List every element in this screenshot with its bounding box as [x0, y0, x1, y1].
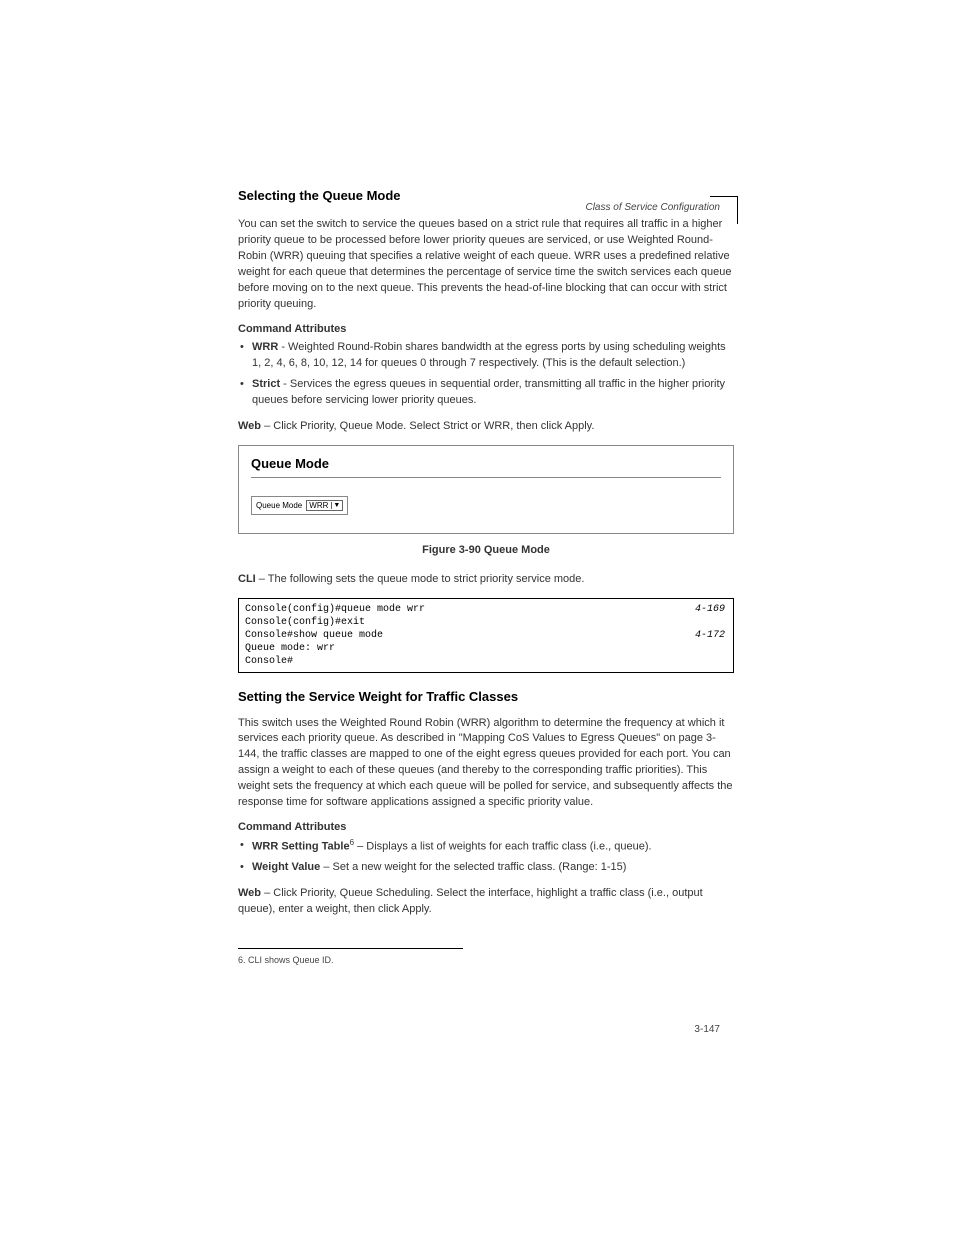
- figure-caption: Figure 3-90 Queue Mode: [238, 544, 734, 556]
- bullet-label: WRR Setting Table: [252, 841, 350, 853]
- attr-list-2: WRR Setting Table6 – Displays a list of …: [238, 837, 734, 876]
- section-heading-service-weight: Setting the Service Weight for Traffic C…: [238, 689, 734, 704]
- cli-page-ref: 4-172: [695, 629, 725, 642]
- cli-line: Console#: [245, 655, 727, 668]
- web-text-2: – Click Priority, Queue Scheduling. Sele…: [238, 887, 703, 915]
- cli-line: Console(config)#exit: [245, 616, 727, 629]
- cli-line: Queue mode: wrr: [245, 642, 727, 655]
- web-instruction-2: Web – Click Priority, Queue Scheduling. …: [238, 886, 734, 918]
- footnote-text: 6. CLI shows Queue ID.: [238, 955, 734, 967]
- bullet-label: Weight Value: [252, 861, 320, 873]
- list-item: WRR - Weighted Round-Robin shares bandwi…: [238, 339, 734, 372]
- cli-line: Console(config)#queue mode wrr: [245, 603, 727, 616]
- cli-line: Console#show queue mode: [245, 629, 727, 642]
- command-attributes-block: Command Attributes WRR - Weighted Round-…: [238, 323, 734, 409]
- service-weight-paragraph: This switch uses the Weighted Round Robi…: [238, 716, 734, 812]
- bullet-label: Strict: [252, 378, 280, 390]
- queue-mode-select[interactable]: WRR ▼: [306, 500, 343, 511]
- page-number: 3-147: [694, 1024, 720, 1035]
- bullet-label: WRR: [252, 341, 278, 353]
- queue-mode-control-group: Queue Mode WRR ▼: [251, 496, 348, 515]
- web-text: – Click Priority, Queue Mode. Select Str…: [261, 420, 594, 432]
- intro-paragraph: You can set the switch to service the qu…: [238, 217, 734, 313]
- page-content: Selecting the Queue Mode You can set the…: [0, 0, 954, 966]
- cli-label: CLI: [238, 573, 256, 585]
- list-item: Weight Value – Set a new weight for the …: [238, 859, 734, 876]
- web-label: Web: [238, 420, 261, 432]
- select-value: WRR: [309, 501, 328, 510]
- web-instruction: Web – Click Priority, Queue Mode. Select…: [238, 419, 734, 435]
- bullet-text: – Displays a list of weights for each tr…: [354, 841, 652, 853]
- footnote-rule: [238, 948, 463, 949]
- cli-text: – The following sets the queue mode to s…: [256, 573, 585, 585]
- bullet-text: - Weighted Round-Robin shares bandwidth …: [252, 341, 726, 370]
- command-attributes-label: Command Attributes: [238, 323, 734, 335]
- bullet-text: - Services the egress queues in sequenti…: [252, 378, 725, 407]
- list-item: WRR Setting Table6 – Displays a list of …: [238, 837, 734, 855]
- queue-mode-label: Queue Mode: [256, 501, 302, 510]
- figure-panel-title: Queue Mode: [251, 456, 721, 478]
- attr-list: WRR - Weighted Round-Robin shares bandwi…: [238, 339, 734, 409]
- bullet-text: – Set a new weight for the selected traf…: [320, 861, 626, 873]
- cli-output-box: 4-169 4-172 Console(config)#queue mode w…: [238, 598, 734, 673]
- chevron-down-icon: ▼: [331, 502, 341, 509]
- web-label-2: Web: [238, 887, 261, 899]
- section-heading-queue-mode: Selecting the Queue Mode: [238, 188, 734, 203]
- list-item: Strict - Services the egress queues in s…: [238, 376, 734, 409]
- figure-queue-mode-panel: Queue Mode Queue Mode WRR ▼: [238, 445, 734, 534]
- cli-page-ref: 4-169: [695, 603, 725, 616]
- command-attributes-block-2: Command Attributes WRR Setting Table6 – …: [238, 821, 734, 876]
- command-attributes-label-2: Command Attributes: [238, 821, 734, 833]
- cli-instruction: CLI – The following sets the queue mode …: [238, 572, 734, 588]
